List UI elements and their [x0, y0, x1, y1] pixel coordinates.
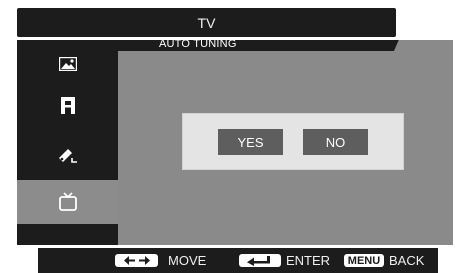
page-title: TV [197, 14, 216, 31]
confirm-dialog: YES NO [182, 113, 404, 170]
picture-icon [58, 57, 77, 71]
section-title: AUTO TUNING [118, 40, 394, 51]
menu-key-label: MENU [347, 254, 381, 267]
move-key [115, 254, 158, 267]
enter-label: ENTER [286, 253, 331, 268]
no-button[interactable]: NO [303, 129, 368, 155]
sidebar-item-picture[interactable] [17, 42, 118, 86]
enter-key [239, 254, 281, 267]
sidebar-item-sound[interactable] [17, 83, 118, 127]
yes-button[interactable]: YES [218, 129, 283, 155]
sidebar-item-tv[interactable] [17, 180, 118, 224]
settings-icon [58, 149, 77, 163]
move-label: MOVE [168, 253, 207, 268]
left-right-arrows-icon [123, 256, 150, 265]
sound-icon [60, 96, 75, 114]
sidebar-item-setup[interactable] [17, 134, 118, 178]
title-bar: TV [17, 8, 396, 37]
sidebar-menu [17, 40, 118, 245]
menu-key: MENU [344, 254, 384, 267]
tv-icon [58, 192, 77, 211]
header-divider [394, 40, 453, 51]
back-label: BACK [389, 253, 425, 268]
enter-icon [247, 255, 270, 266]
footer-hint-bar: MOVE ENTER MENU BACK [38, 248, 438, 273]
